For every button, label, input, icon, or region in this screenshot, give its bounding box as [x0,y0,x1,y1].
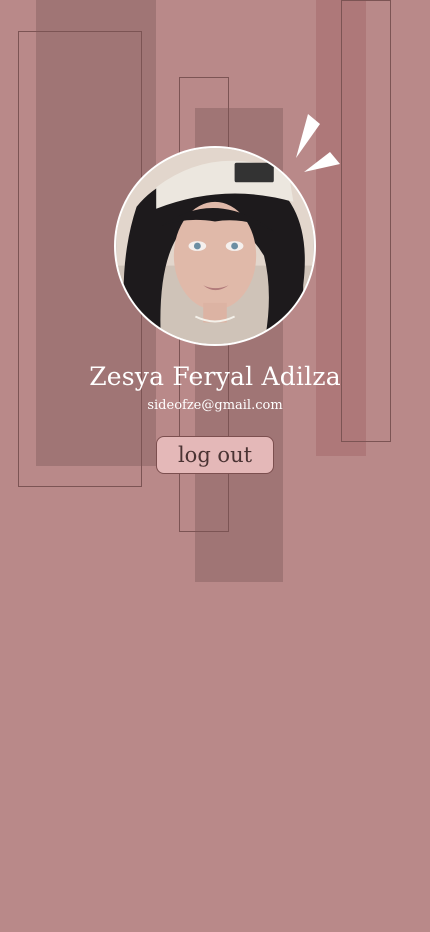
profile-email: sideofze@gmail.com [147,398,283,413]
avatar-image [117,148,313,344]
profile-avatar[interactable] [114,146,316,346]
profile-name: Zesya Feryal Adilza [89,362,341,391]
logout-button[interactable]: log out [156,436,274,474]
sparkle-icon [296,114,340,172]
profile-screen: Zesya Feryal Adilza sideofze@gmail.com l… [0,0,430,932]
